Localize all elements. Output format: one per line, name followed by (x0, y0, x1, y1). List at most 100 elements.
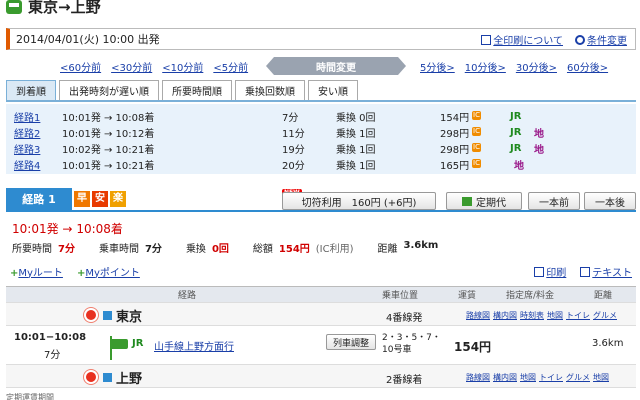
facility-link[interactable]: 地図 (547, 310, 563, 321)
tab-late-departure[interactable]: 出発時刻が遅い順 (59, 80, 159, 100)
route-name-link[interactable]: 経路2 (14, 125, 40, 140)
route-name-link[interactable]: 経路1 (14, 109, 40, 124)
station-row-departure: 東京 4番線発 路線図 構内図 時刻表 地図 トイレ グルメ (6, 302, 636, 326)
station-row-arrival: 上野 2番線着 路線図 構内図 地図 トイレ グルメ 地図 (6, 364, 636, 388)
page-title: 東京→上野 (6, 0, 101, 17)
route-list: 経路1 10:01発 → 10:08着 7分 乗換 0回 154円 IC JR … (6, 104, 636, 174)
route-name-link[interactable]: 経路3 (14, 141, 40, 156)
jr-line-badge: JR (510, 142, 522, 154)
later-30-link[interactable]: 30分後> (516, 59, 557, 74)
earlier-30-link[interactable]: <30分前 (111, 59, 152, 74)
facility-link[interactable]: 構内図 (493, 372, 517, 383)
ic-card-icon: IC (472, 127, 481, 136)
total-distance: 3.6km (403, 240, 439, 251)
search-condition-bar: 2014/04/01(火) 10:00 出発 全印刷について 条件変更 (6, 28, 636, 50)
summary-stats: 所要時間 7分 乗車時間 7分 乗換 0回 総額 154円 (IC利用) 距離 … (12, 240, 438, 255)
printer-icon (534, 266, 545, 277)
change-conditions-label[interactable]: 条件変更 (587, 36, 627, 47)
station-name: 上野 (116, 372, 143, 387)
my-point-label[interactable]: Myポイント (85, 268, 140, 279)
facility-link[interactable]: トイレ (566, 310, 590, 321)
search-icon (575, 34, 585, 45)
later-10-link[interactable]: 10分後> (465, 59, 506, 74)
my-route-label[interactable]: Myルート (18, 268, 63, 279)
commuter-pass-label: 定期代 (476, 197, 506, 209)
ticket-fare-button[interactable]: 切符利用 160円 (+6円) (282, 192, 436, 210)
route-duration: 19分 (282, 144, 305, 156)
route-row[interactable]: 経路1 10:01発 → 10:08着 7分 乗換 0回 154円 IC JR (6, 108, 636, 124)
total-time: 7分 (58, 244, 75, 255)
facility-link[interactable]: グルメ (566, 372, 590, 383)
route-tab[interactable]: 経路 1 (6, 188, 72, 210)
train-adjust-button[interactable]: 列車調整 (326, 334, 376, 350)
print-all-link[interactable]: 全印刷について (481, 32, 563, 47)
subway-line-badge: 地 (534, 128, 544, 140)
sun-icon (86, 310, 96, 320)
previous-train-button[interactable]: 一本前 (528, 192, 580, 210)
platform: 4番線発 (386, 313, 423, 324)
print-link[interactable]: 印刷 (534, 264, 566, 279)
tab-transfers[interactable]: 乗換回数順 (235, 80, 305, 100)
later-60-link[interactable]: 60分後> (567, 59, 608, 74)
route-row[interactable]: 経路2 10:01発 → 10:12着 11分 乗換 1回 298円 IC JR… (6, 124, 636, 140)
print-all-label[interactable]: 全印刷について (493, 36, 563, 47)
footer-partial: 定期運賃期間 (6, 393, 54, 400)
pass-icon (462, 196, 472, 206)
facility-link[interactable]: 地図 (520, 372, 536, 383)
total-time-label: 所要時間 (12, 244, 52, 255)
tab-duration[interactable]: 所要時間順 (162, 80, 232, 100)
line-name-link[interactable]: 山手線上野方面行 (154, 338, 234, 353)
facility-link[interactable]: トイレ (539, 372, 563, 383)
facility-link[interactable]: 地図 (593, 372, 609, 383)
boarding-position: 2・3・5・7・ 10号車 (382, 333, 441, 355)
route-transfers: 乗換 1回 (336, 160, 376, 172)
route-time: 10:02発 → 10:21着 (62, 144, 155, 156)
station-marker-icon (103, 373, 112, 382)
next-train-button[interactable]: 一本後 (584, 192, 636, 210)
route-time: 10:01発 → 10:21着 (62, 160, 155, 172)
text-label[interactable]: テキスト (592, 268, 632, 279)
route-title: 東京→上野 (28, 0, 101, 16)
route-fare: 165円 (440, 160, 470, 172)
route-row[interactable]: 経路3 10:02発 → 10:21着 19分 乗換 1回 298円 IC JR… (6, 140, 636, 156)
jr-line-badge: JR (510, 110, 522, 122)
tab-cheapest[interactable]: 安い順 (308, 80, 358, 100)
sort-tabs: 到着順 出発時刻が遅い順 所要時間順 乗換回数順 安い順 (6, 80, 636, 102)
route-name-link[interactable]: 経路4 (14, 157, 40, 172)
header-fare: 運賃 (458, 291, 477, 301)
my-route-link[interactable]: +Myルート (10, 264, 63, 279)
transfer-label: 乗換 (185, 244, 206, 255)
earlier-10-link[interactable]: <10分前 (162, 59, 203, 74)
ic-card-icon: IC (472, 143, 481, 152)
time-summary: 10:01発 → 10:08着 (12, 220, 123, 237)
fast-tag: 早 (74, 191, 90, 207)
easy-tag: 楽 (110, 191, 126, 207)
segment-fare: 154円 (454, 340, 492, 354)
facility-link[interactable]: 路線図 (466, 310, 490, 321)
ic-card-icon: IC (472, 111, 481, 120)
tab-arrival[interactable]: 到着順 (6, 80, 56, 100)
route-row[interactable]: 経路4 10:01発 → 10:21着 20分 乗換 1回 165円 IC 地 (6, 156, 636, 172)
change-conditions-link[interactable]: 条件変更 (575, 32, 627, 47)
text-link[interactable]: テキスト (580, 264, 632, 279)
ride-time-label: 乗車時間 (98, 244, 139, 255)
print-label[interactable]: 印刷 (546, 268, 566, 279)
detail-table-header: 経路 乗車位置 運賃 指定席/料金 距離 (6, 286, 636, 302)
route-time: 10:01発 → 10:12着 (62, 128, 155, 140)
earlier-60-link[interactable]: <60分前 (60, 59, 101, 74)
header-reserved: 指定席/料金 (506, 291, 555, 301)
route-transfers: 乗換 1回 (336, 144, 376, 156)
commuter-pass-button[interactable]: 定期代 (446, 192, 522, 210)
facility-link[interactable]: グルメ (593, 310, 617, 321)
platform: 2番線着 (386, 375, 423, 386)
facility-link[interactable]: 構内図 (493, 310, 517, 321)
facility-link[interactable]: 時刻表 (520, 310, 544, 321)
later-5-link[interactable]: 5分後> (420, 59, 455, 74)
total-fare: 154円 (278, 244, 310, 255)
facility-link[interactable]: 路線図 (466, 372, 490, 383)
earlier-5-link[interactable]: <5分前 (213, 59, 248, 74)
segment-time: 10:01−10:08 (14, 332, 87, 343)
header-distance: 距離 (594, 291, 613, 301)
subway-line-badge: 地 (514, 160, 524, 172)
my-point-link[interactable]: +Myポイント (77, 264, 140, 279)
